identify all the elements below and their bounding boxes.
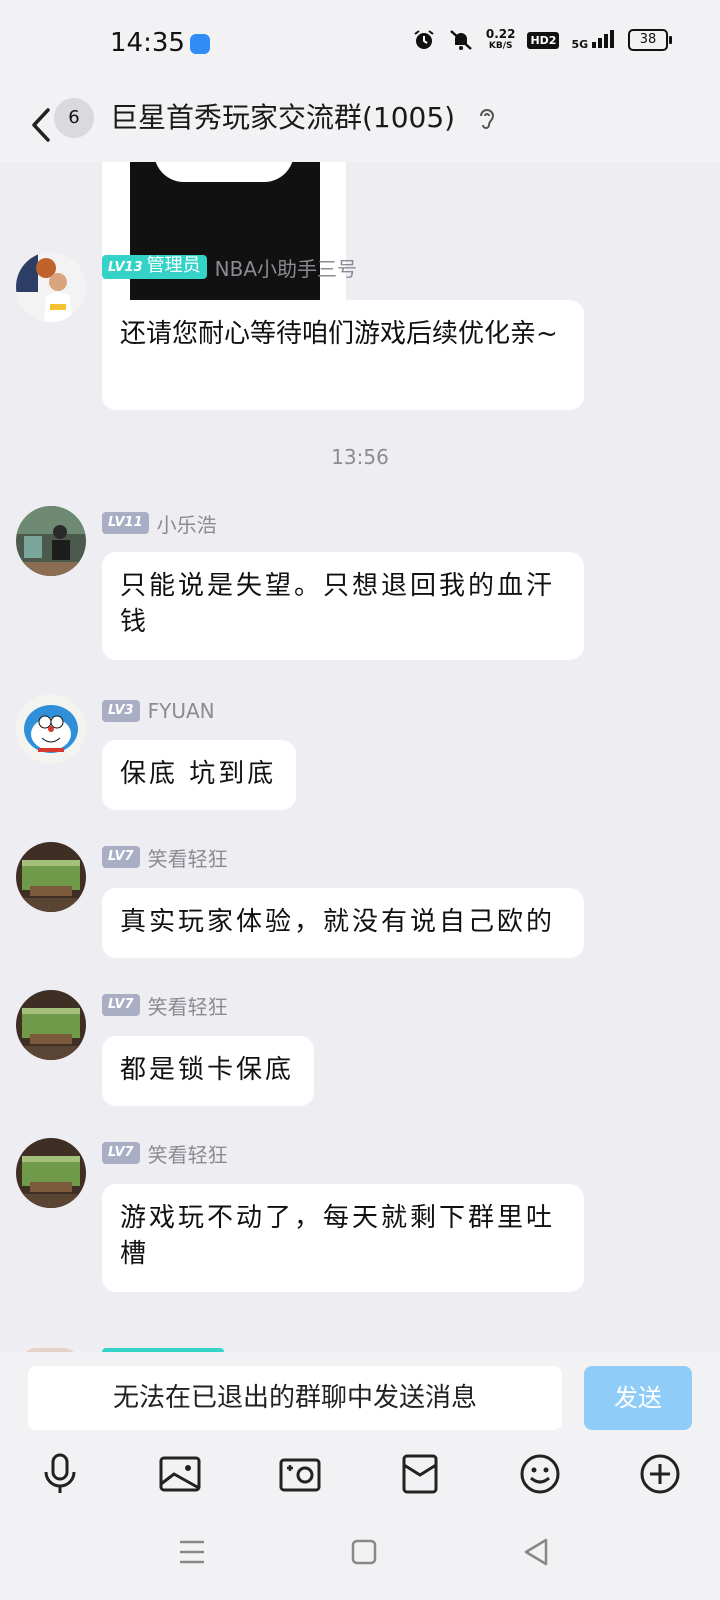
sender-nickname[interactable]: 笑看轻狂 bbox=[148, 1139, 228, 1168]
ear-icon[interactable] bbox=[474, 104, 500, 134]
microphone-icon[interactable] bbox=[30, 1444, 90, 1504]
admin-role-label: 管理员 bbox=[146, 255, 201, 276]
signal-icon: 5G bbox=[571, 29, 616, 51]
battery-icon: 38 bbox=[628, 29, 672, 51]
network-speed-value: 0.22 bbox=[485, 27, 516, 41]
level-badge: LV7 bbox=[102, 994, 140, 1016]
message-meta: LV7 笑看轻狂 bbox=[102, 843, 228, 872]
sender-nickname[interactable]: 小乐浩 bbox=[157, 509, 217, 538]
message-bubble[interactable]: 真实玩家体验，就没有说自己欧的 bbox=[102, 888, 584, 958]
red-packet-icon[interactable] bbox=[390, 1444, 450, 1504]
signal-bars-icon bbox=[592, 29, 614, 48]
menu-icon[interactable] bbox=[172, 1532, 212, 1572]
message-meta: LV11 小乐浩 bbox=[102, 509, 217, 538]
app-notification-icon bbox=[190, 34, 210, 54]
signal-label: 5G bbox=[571, 37, 589, 51]
image-icon[interactable] bbox=[150, 1444, 210, 1504]
input-toolbar bbox=[0, 1444, 720, 1504]
level-badge: LV11 bbox=[102, 512, 149, 534]
back-triangle-icon[interactable] bbox=[516, 1532, 556, 1572]
network-speed-unit: KB/S bbox=[488, 41, 513, 51]
message-meta: LV7 笑看轻狂 bbox=[102, 1139, 228, 1168]
chat-messages[interactable]: LV13 管理员 NBA小助手三号 还请您耐心等待咱们游戏后续优化亲~ 13:56… bbox=[0, 162, 720, 1352]
avatar[interactable] bbox=[16, 1138, 86, 1208]
hd-badge: HD2 bbox=[527, 31, 560, 49]
chat-title: 巨星首秀玩家交流群(1005) bbox=[110, 101, 456, 134]
emoji-icon[interactable] bbox=[510, 1444, 570, 1504]
home-icon[interactable] bbox=[344, 1532, 384, 1572]
input-area: 无法在已退出的群聊中发送消息 发送 bbox=[0, 1352, 720, 1512]
camera-icon[interactable] bbox=[270, 1444, 330, 1504]
message-bubble[interactable]: 保底 坑到底 bbox=[102, 740, 296, 810]
level-badge: LV13 管理员 bbox=[102, 255, 207, 279]
status-bar: 14:35 0.22 KB/S HD2 5G 38 bbox=[0, 0, 720, 90]
network-speed: 0.22 KB/S bbox=[486, 28, 516, 52]
sender-nickname[interactable]: FYUAN bbox=[148, 699, 215, 723]
message-bubble[interactable]: 都是锁卡保底 bbox=[102, 1036, 314, 1106]
message-bubble[interactable]: 游戏玩不动了，每天就剩下群里吐槽 bbox=[102, 1184, 584, 1292]
sender-nickname[interactable]: 笑看轻狂 bbox=[148, 991, 228, 1020]
mute-bell-icon bbox=[450, 30, 472, 50]
send-button[interactable]: 发送 bbox=[584, 1366, 692, 1430]
message-meta: LV7 笑看轻狂 bbox=[102, 991, 228, 1020]
sender-nickname[interactable]: NBA小助手三号 bbox=[215, 253, 357, 282]
sender-nickname[interactable]: 笑看轻狂 bbox=[148, 843, 228, 872]
level-label: LV13 bbox=[108, 260, 143, 275]
avatar[interactable] bbox=[16, 990, 86, 1060]
level-badge: LV7 bbox=[102, 1142, 140, 1164]
avatar[interactable] bbox=[16, 506, 86, 576]
level-badge: LV7 bbox=[102, 846, 140, 868]
avatar[interactable] bbox=[16, 694, 86, 764]
level-badge: LV3 bbox=[102, 700, 140, 722]
unread-count-badge[interactable]: 6 bbox=[54, 98, 94, 138]
avatar[interactable] bbox=[16, 842, 86, 912]
message-meta: LV3 FYUAN bbox=[102, 698, 215, 724]
message-bubble[interactable]: 还请您耐心等待咱们游戏后续优化亲~ bbox=[102, 300, 584, 410]
status-icons: 0.22 KB/S HD2 5G 38 bbox=[412, 28, 672, 52]
status-time: 14:35 bbox=[110, 28, 185, 58]
image-shape bbox=[154, 162, 294, 182]
message-bubble[interactable]: 只能说是失望。只想退回我的血汗钱 bbox=[102, 552, 584, 660]
alarm-icon bbox=[414, 30, 434, 49]
system-nav-bar bbox=[0, 1512, 720, 1600]
message-meta: LV13 管理员 NBA小助手三号 bbox=[102, 253, 357, 282]
avatar[interactable] bbox=[16, 252, 86, 322]
message-input[interactable]: 无法在已退出的群聊中发送消息 bbox=[28, 1366, 562, 1430]
plus-icon[interactable] bbox=[630, 1444, 690, 1504]
time-separator: 13:56 bbox=[331, 445, 389, 469]
